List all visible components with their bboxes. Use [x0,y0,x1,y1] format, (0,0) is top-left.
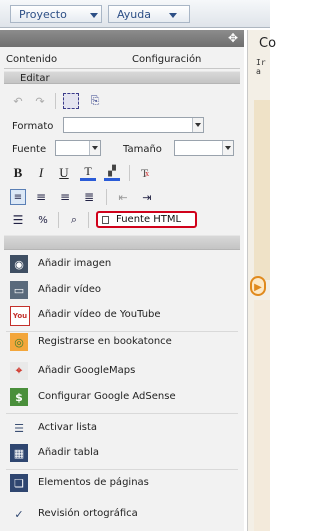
list-item-label: Configurar Google AdSense [38,391,176,402]
list-item[interactable]: $ Configurar Google AdSense [6,384,238,410]
tab-divider [4,68,240,69]
table-icon: ▦ [10,444,28,462]
align-right-icon[interactable]: ≡ [57,189,73,205]
bulleted-list-icon[interactable]: ☰ [10,212,26,228]
indent-icon[interactable]: ⇥ [139,189,155,205]
play-icon[interactable]: ▶ [250,276,266,296]
list-item[interactable]: ▭ Añadir vídeo [6,277,238,303]
toolbar-separator [88,212,89,228]
google-adsense-icon: $ [10,388,28,406]
item-divider [6,413,238,414]
fuente-label: Fuente [12,144,47,155]
bold-icon[interactable]: B [10,165,26,181]
html-source-icon [102,216,109,224]
editor-heading: Co [259,36,277,51]
chevron-down-icon [89,141,100,155]
panel-tabs: Contenido Configuración [0,49,244,69]
align-center-icon[interactable]: ≡ [33,189,49,205]
list-item-label: Añadir vídeo de YouTube [38,309,161,320]
camera-icon: ◉ [10,255,28,273]
list-item[interactable]: ⌖ Añadir GoogleMaps [6,358,238,384]
menu-proyecto-label: Proyecto [19,8,67,21]
googlemaps-icon: ⌖ [10,362,28,380]
list-item-label: Registrarse en bookatonce [38,336,172,347]
editor-content-block [254,100,270,280]
list-item-label: Activar lista [38,422,98,433]
paste-icon[interactable]: ⎘ [87,93,103,109]
toolbar-separator [58,212,59,228]
bookatonce-icon: ◎ [10,333,28,351]
panel-header[interactable]: ✥ [0,30,244,47]
tab-configuracion[interactable]: Configuración [132,49,201,69]
list-item-label: Revisión ortográfica [38,508,138,519]
list-item-label: Añadir imagen [38,258,112,269]
formato-label: Formato [12,121,54,132]
toolbar-separator [129,165,130,181]
outdent-icon[interactable]: ⇤ [115,189,131,205]
page-elements-icon: ❏ [10,474,28,492]
undo-icon[interactable]: ↶ [10,93,26,109]
list-item[interactable]: ▦ Añadir tabla [6,440,238,466]
underline-icon[interactable]: U [56,165,72,181]
list-icon: ☰ [14,421,24,435]
tab-contenido[interactable]: Contenido [6,49,57,69]
list-item-label: Elementos de páginas [38,477,149,488]
menu-ayuda[interactable]: Ayuda [108,5,190,23]
list-item[interactable]: You Añadir vídeo de YouTube [6,302,238,328]
list-item[interactable]: ◎ Registrarse en bookatonce [6,329,238,355]
align-left-icon[interactable]: ≡ [10,189,26,205]
section-editar: Editar [4,71,240,84]
chevron-down-icon [90,13,98,18]
list-item-label: Añadir GoogleMaps [38,365,136,376]
section-insert-bar [4,235,240,250]
italic-icon[interactable]: I [33,165,49,181]
chevron-down-icon [192,118,203,132]
highlight-color-icon[interactable]: ▞ [104,165,120,181]
list-item-label: Añadir tabla [38,447,100,458]
menu-proyecto[interactable]: Proyecto [10,5,102,23]
redo-icon[interactable]: ↷ [32,93,48,109]
editor-text: Ir a [256,58,266,76]
list-item[interactable]: ❏ Elementos de páginas [6,470,238,496]
special-char-icon[interactable]: % [35,212,51,228]
fuente-html-label: Fuente HTML [116,214,182,225]
list-item[interactable]: ✓ Revisión ortográfica [6,501,238,527]
fuente-select[interactable] [55,140,101,156]
video-camera-icon: ▭ [10,281,28,299]
tamano-label: Tamaño [123,144,162,155]
font-color-icon[interactable]: T [80,164,96,181]
align-justify-icon[interactable]: ≣ [81,189,97,205]
toolbar-separator [55,93,56,109]
chevron-down-icon [222,141,233,155]
list-item-label: Añadir vídeo [38,284,102,295]
list-item[interactable]: ◉ Añadir imagen [6,251,238,277]
menu-bar: Proyecto Ayuda [0,0,270,28]
spellcheck-icon: ✓ [14,507,24,521]
select-all-icon[interactable] [63,93,79,109]
tamano-select[interactable] [174,140,234,156]
section-editar-label: Editar [20,73,50,84]
move-icon[interactable]: ✥ [228,32,238,44]
chevron-down-icon [169,13,177,18]
clear-format-icon[interactable]: Tx [137,165,153,181]
fuente-html-button[interactable]: Fuente HTML [96,211,197,228]
editor-content-block-lower [254,300,270,531]
menu-ayuda-label: Ayuda [117,8,151,21]
youtube-icon: You [10,306,30,326]
toolbar-separator [106,189,107,205]
formato-select[interactable] [63,117,204,133]
list-item[interactable]: ☰ Activar lista [6,415,238,441]
find-replace-icon[interactable]: ⌕ [66,212,82,228]
